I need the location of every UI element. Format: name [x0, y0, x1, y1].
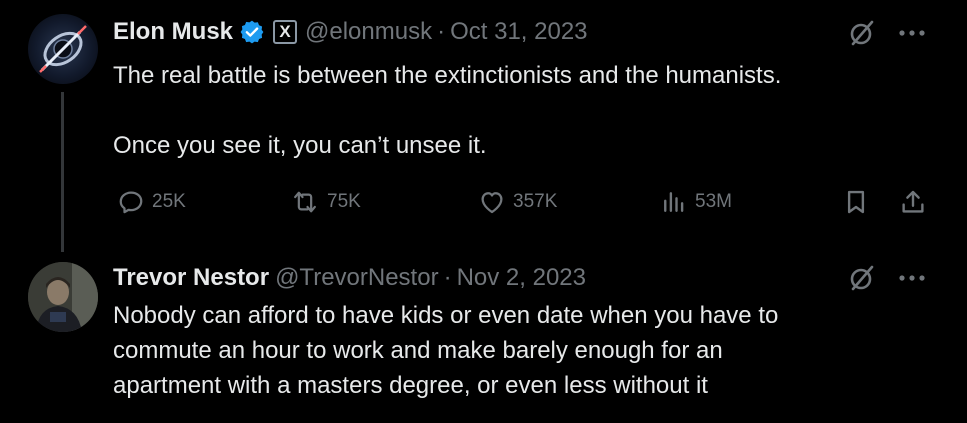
- author-handle[interactable]: @elonmusk: [305, 18, 432, 46]
- like-count: 357K: [513, 191, 558, 212]
- like-button[interactable]: 357K: [477, 183, 557, 221]
- tweet-elon-musk[interactable]: Elon Musk X @elonmusk · Oct 31, 2023 The…: [0, 0, 967, 252]
- analytics-icon: [664, 192, 684, 212]
- tweet-date[interactable]: Nov 2, 2023: [457, 264, 586, 292]
- tweet-top-actions: [847, 16, 925, 50]
- separator-dot: ·: [443, 264, 452, 291]
- tweet-action-bar: 25K 75K 357K 53M: [113, 183, 933, 221]
- avatar-image: [28, 262, 98, 332]
- view-count: 53M: [695, 191, 732, 212]
- reply-icon: [119, 191, 143, 214]
- tweet-header: Trevor Nestor @TrevorNestor · Nov 2, 202…: [113, 261, 586, 295]
- reply-button[interactable]: 25K: [116, 183, 186, 221]
- share-button[interactable]: [898, 183, 934, 221]
- tweet-text: Nobody can afford to have kids or even d…: [113, 302, 779, 399]
- author-name[interactable]: Trevor Nestor: [113, 264, 269, 292]
- x-logo-icon[interactable]: X: [273, 20, 298, 44]
- bookmark-button[interactable]: [841, 183, 877, 221]
- reply-count: 25K: [152, 191, 186, 212]
- author-name[interactable]: Elon Musk: [113, 18, 233, 46]
- avatar-trevor-nestor[interactable]: [28, 262, 98, 332]
- avatar-elon-musk[interactable]: [28, 14, 98, 84]
- repost-count: 75K: [327, 191, 361, 212]
- avatar-image: [39, 25, 87, 73]
- separator-dot: ·: [437, 18, 446, 45]
- more-options-icon[interactable]: [899, 274, 925, 282]
- grok-icon[interactable]: [847, 18, 877, 48]
- repost-button[interactable]: 75K: [289, 183, 361, 221]
- tweet-date[interactable]: Oct 31, 2023: [450, 18, 587, 46]
- tweet-header: Elon Musk X @elonmusk · Oct 31, 2023: [113, 15, 588, 49]
- verified-badge-icon[interactable]: [239, 19, 265, 45]
- author-handle[interactable]: @TrevorNestor: [275, 264, 439, 292]
- tweet-top-actions: [847, 261, 925, 295]
- grok-icon[interactable]: [847, 263, 877, 293]
- views-button[interactable]: 53M: [659, 183, 732, 221]
- tweet-text: The real battle is between the extinctio…: [113, 62, 782, 159]
- repost-icon: [294, 191, 316, 213]
- bookmark-icon: [847, 190, 865, 214]
- more-options-icon[interactable]: [899, 29, 925, 37]
- heart-icon: [481, 192, 503, 214]
- thread-connector-line: [61, 92, 64, 252]
- share-icon: [902, 190, 924, 213]
